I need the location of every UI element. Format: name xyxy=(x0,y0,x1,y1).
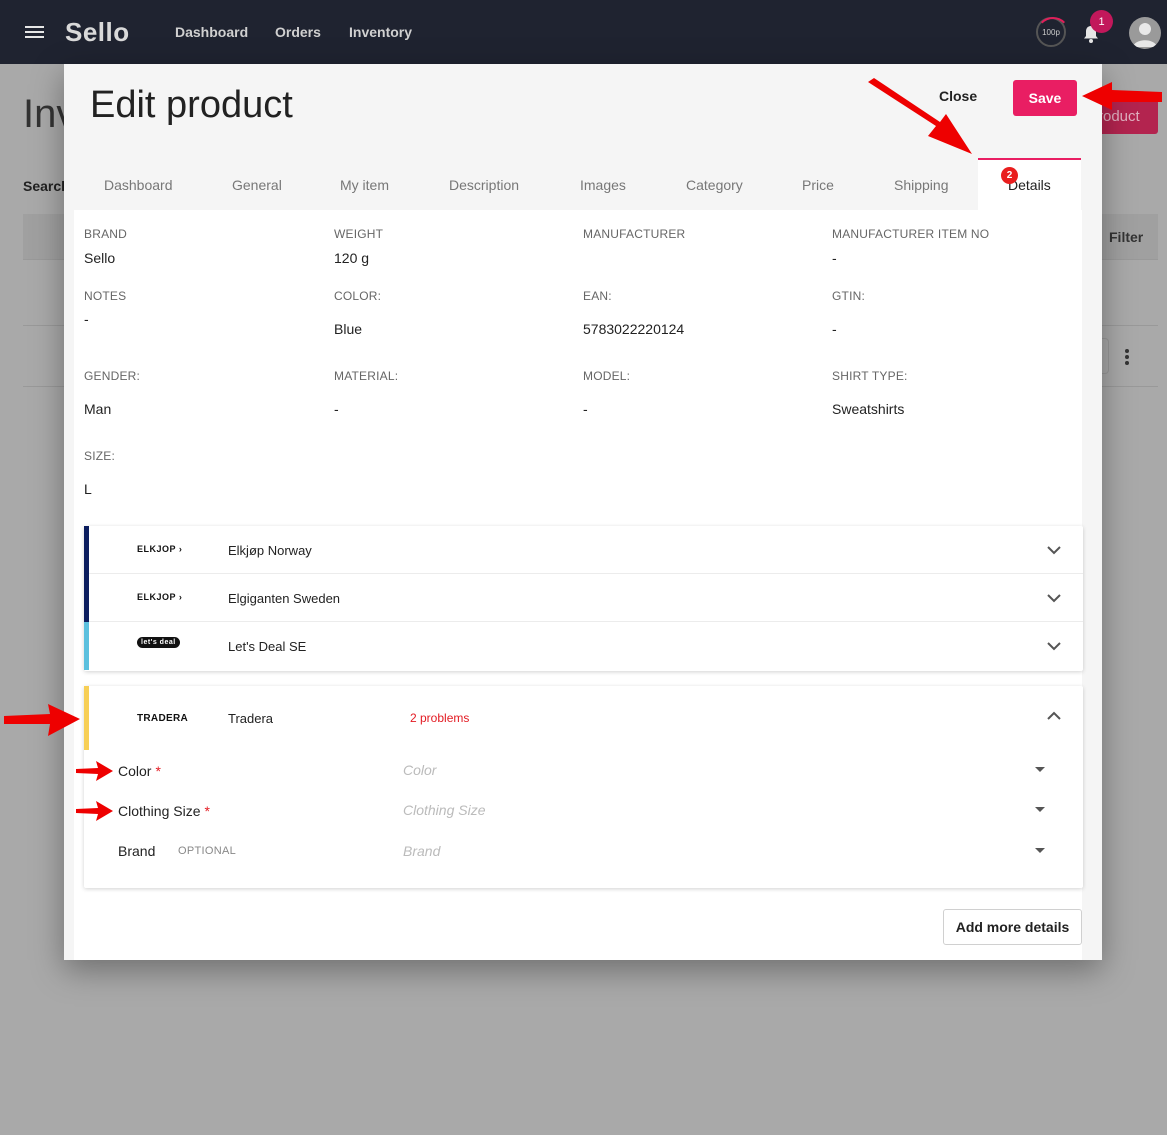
nav-inventory[interactable]: Inventory xyxy=(349,24,412,40)
weight-value: 120 g xyxy=(334,250,370,266)
size-label: SIZE: xyxy=(84,449,116,463)
color-select[interactable]: Color xyxy=(403,762,1053,784)
material-label: MATERIAL: xyxy=(334,369,399,383)
edit-product-modal: Edit product Close Save Dashboard Genera… xyxy=(64,64,1102,960)
background-filter-label: Filter xyxy=(1109,229,1144,245)
annotation-arrow-icon xyxy=(868,78,972,154)
brand-value: Sello xyxy=(84,250,116,266)
caret-down-icon xyxy=(1035,848,1045,853)
brand-select[interactable]: Brand xyxy=(403,843,1053,865)
nav-dashboard[interactable]: Dashboard xyxy=(175,24,248,40)
nav-orders[interactable]: Orders xyxy=(275,24,321,40)
channel-row-elkjop-norway[interactable]: ELKJOP › Elkjøp Norway xyxy=(84,526,1083,574)
color-label: COLOR: xyxy=(334,289,382,303)
notes-value: - xyxy=(84,311,89,327)
tab-my-item[interactable]: My item xyxy=(340,177,389,193)
top-bar: Sello Dashboard Orders Inventory 100p 1 xyxy=(0,0,1167,64)
gender-value: Man xyxy=(84,401,112,417)
background-search-label: Search xyxy=(23,178,70,194)
add-more-details-button[interactable]: Add more details xyxy=(943,909,1082,945)
channel-name: Elkjøp Norway xyxy=(228,543,312,558)
channel-list: ELKJOP › Elkjøp Norway ELKJOP › Elgigant… xyxy=(84,526,1083,671)
annotation-arrow-icon xyxy=(4,704,80,736)
gtin-value: - xyxy=(832,321,837,337)
channel-row-elgiganten-sweden[interactable]: ELKJOP › Elgiganten Sweden xyxy=(84,574,1083,622)
channel-color-bar xyxy=(84,526,89,574)
tab-general[interactable]: General xyxy=(232,177,282,193)
shirt-type-label: SHIRT TYPE: xyxy=(832,369,908,383)
brand-logo[interactable]: Sello xyxy=(65,17,130,48)
channel-color-bar xyxy=(84,622,89,670)
ean-label: EAN: xyxy=(583,289,612,303)
tab-price[interactable]: Price xyxy=(802,177,834,193)
optional-label: OPTIONAL xyxy=(178,845,237,857)
channel-color-bar xyxy=(84,686,89,750)
annotation-arrow-icon xyxy=(1082,82,1162,110)
model-value: - xyxy=(583,401,588,417)
tab-shipping[interactable]: Shipping xyxy=(894,177,949,193)
user-icon xyxy=(1133,23,1157,47)
manufacturer-item-no-value: - xyxy=(832,250,837,266)
tab-description[interactable]: Description xyxy=(449,177,519,193)
modal-title: Edit product xyxy=(90,84,293,126)
tab-images[interactable]: Images xyxy=(580,177,626,193)
caret-down-icon xyxy=(1035,767,1045,772)
channel-color-bar xyxy=(84,574,89,622)
channel-card-tradera: TRADERA Tradera 2 problems Color * Color … xyxy=(84,686,1083,888)
tab-details-badge: 2 xyxy=(1001,167,1018,184)
channel-name: Elgiganten Sweden xyxy=(228,591,341,606)
lets-deal-logo: let's deal xyxy=(137,637,180,648)
weight-label: WEIGHT xyxy=(334,227,384,241)
size-value: L xyxy=(84,481,92,497)
chevron-up-icon[interactable] xyxy=(1046,711,1062,721)
avatar[interactable] xyxy=(1129,17,1161,49)
clothing-size-attribute-label: Clothing Size * xyxy=(118,803,210,819)
problems-count: 2 problems xyxy=(410,711,470,725)
color-value: Blue xyxy=(334,321,363,337)
clothing-size-select[interactable]: Clothing Size xyxy=(403,802,1053,824)
elkjop-logo: ELKJOP › xyxy=(137,592,183,602)
channel-row-lets-deal-se[interactable]: let's deal Let's Deal SE xyxy=(84,622,1083,670)
channel-name: Tradera xyxy=(228,711,274,726)
model-label: MODEL: xyxy=(583,369,631,383)
gender-label: GENDER: xyxy=(84,369,141,383)
ean-value: 5783022220124 xyxy=(583,321,685,337)
menu-icon[interactable] xyxy=(25,26,44,39)
chevron-down-icon[interactable] xyxy=(1046,593,1062,603)
annotation-arrow-icon xyxy=(76,801,113,821)
chevron-down-icon[interactable] xyxy=(1046,545,1062,555)
tab-category[interactable]: Category xyxy=(686,177,743,193)
material-value: - xyxy=(334,401,339,417)
quota-indicator[interactable]: 100p xyxy=(1036,17,1070,47)
background-kebab-icon xyxy=(1125,349,1130,367)
caret-down-icon xyxy=(1035,807,1045,812)
color-attribute-label: Color * xyxy=(118,763,161,779)
tradera-logo: TRADERA xyxy=(137,713,188,724)
elkjop-logo: ELKJOP › xyxy=(137,544,183,554)
channel-name: Let's Deal SE xyxy=(228,639,307,654)
manufacturer-label: MANUFACTURER xyxy=(583,227,686,241)
notes-label: NOTES xyxy=(84,289,127,303)
brand-attribute-label: Brand xyxy=(118,843,156,859)
chevron-down-icon[interactable] xyxy=(1046,641,1062,651)
brand-label: BRAND xyxy=(84,227,128,241)
tab-dashboard[interactable]: Dashboard xyxy=(104,177,173,193)
annotation-arrow-icon xyxy=(76,761,113,781)
shirt-type-value: Sweatshirts xyxy=(832,401,905,417)
manufacturer-item-no-label: MANUFACTURER ITEM NO xyxy=(832,227,990,241)
notification-badge: 1 xyxy=(1090,10,1113,33)
gtin-label: GTIN: xyxy=(832,289,865,303)
save-button[interactable]: Save xyxy=(1013,80,1077,116)
